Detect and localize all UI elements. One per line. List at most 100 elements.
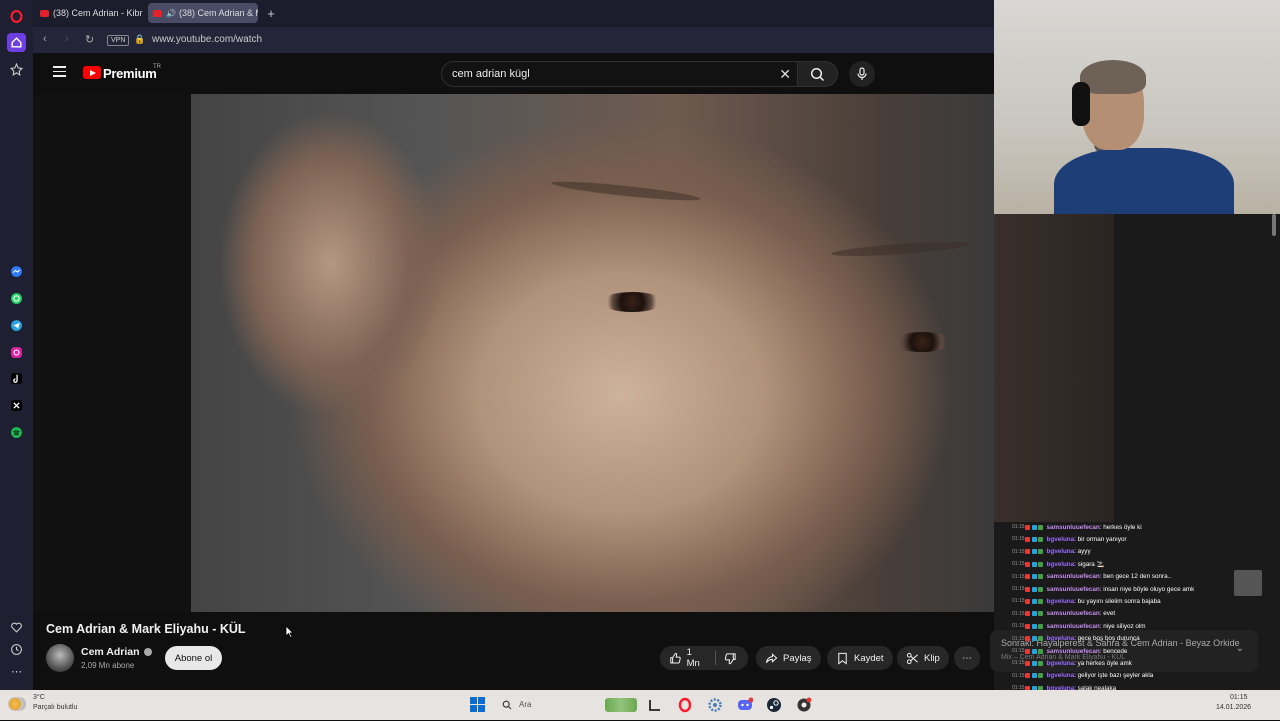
chat-username[interactable]: bgveluna bbox=[1047, 561, 1075, 568]
chat-username[interactable]: bgveluna bbox=[1047, 672, 1075, 679]
chat-username[interactable]: samsunluuefecan bbox=[1047, 623, 1100, 630]
video-frame[interactable] bbox=[191, 94, 994, 612]
mouse-cursor-icon bbox=[285, 625, 294, 638]
headset-icon bbox=[1072, 82, 1090, 126]
chat-username[interactable]: bgveluna bbox=[1047, 548, 1075, 555]
lock-icon[interactable]: 🔒 bbox=[134, 34, 145, 45]
history-icon[interactable] bbox=[7, 640, 26, 659]
menu-icon[interactable] bbox=[53, 66, 66, 77]
forward-arrow-icon[interactable]: › bbox=[65, 33, 69, 45]
video-face-eye bbox=[891, 332, 953, 352]
more-options-icon[interactable]: ⋯ bbox=[7, 662, 26, 681]
youtube-header: Premium TR cem adrian kügl ✕ bbox=[33, 53, 994, 94]
weather-partly-cloudy-icon[interactable] bbox=[8, 697, 26, 711]
voice-search-button[interactable] bbox=[849, 61, 875, 87]
bookmark-icon bbox=[838, 652, 847, 665]
chat-username[interactable]: bgveluna bbox=[1047, 660, 1075, 667]
chat-timestamp: 01:15 bbox=[1012, 648, 1025, 654]
chat-username[interactable]: samsunluuefecan bbox=[1047, 610, 1100, 617]
tab-kul-active[interactable]: 🔊 (38) Cem Adrian & M bbox=[148, 3, 258, 23]
channel-avatar[interactable] bbox=[46, 644, 74, 672]
taskbar-search-placeholder: Ara bbox=[519, 700, 532, 709]
tab-kibritci[interactable]: (38) Cem Adrian - Kibritçi bbox=[35, 3, 143, 23]
chat-badge-icon bbox=[1025, 623, 1030, 629]
chat-timestamp: 01:15 bbox=[1012, 623, 1025, 630]
taskbar-clock-date[interactable]: 14.01.2026 bbox=[1216, 704, 1251, 711]
chat-badge-icon bbox=[1025, 536, 1030, 542]
chat-badge-icon bbox=[1031, 574, 1037, 580]
file-explorer-icon[interactable] bbox=[647, 697, 663, 713]
share-button[interactable]: Paylaş bbox=[756, 646, 821, 670]
chat-badge-icon bbox=[1038, 549, 1043, 555]
chat-username[interactable]: samsunluuefecan bbox=[1047, 586, 1100, 593]
opera-logo-icon[interactable] bbox=[7, 7, 26, 26]
chat-badge-icon bbox=[1031, 673, 1037, 679]
clip-button[interactable]: Klip bbox=[897, 646, 949, 670]
subscribe-button[interactable]: Abone ol bbox=[165, 646, 222, 670]
chat-username[interactable]: samsunluuefecan bbox=[1047, 524, 1100, 531]
chat-timestamp: 01:15 bbox=[1012, 610, 1025, 617]
search-button[interactable] bbox=[798, 61, 838, 87]
chat-timestamp: 01:15 bbox=[1012, 548, 1025, 555]
save-button[interactable]: Kaydet bbox=[827, 646, 893, 670]
chat-username[interactable]: samsunluuefecan bbox=[1047, 648, 1100, 655]
chat-badge-icon bbox=[1031, 549, 1037, 555]
vpn-badge[interactable]: VPN bbox=[107, 35, 130, 46]
x-twitter-icon[interactable] bbox=[7, 396, 26, 415]
like-button[interactable]: 1 Mn bbox=[660, 646, 716, 670]
pinboard-icon[interactable] bbox=[7, 60, 26, 79]
chat-timestamp: 01:15 bbox=[1012, 660, 1025, 667]
chat-message-text: : insan niye böyle oluyo gece amk bbox=[1099, 585, 1195, 593]
scrollbar-thumb[interactable] bbox=[1272, 214, 1276, 236]
chat-username[interactable]: bgveluna bbox=[1047, 598, 1075, 605]
windows-start-icon[interactable] bbox=[470, 697, 485, 712]
taskbar-search[interactable]: Ara bbox=[497, 696, 597, 714]
settings-gear-icon[interactable] bbox=[707, 697, 723, 713]
opera-taskbar-icon[interactable] bbox=[677, 697, 693, 713]
youtube-premium-brand[interactable]: Premium bbox=[103, 66, 157, 81]
dislike-button[interactable] bbox=[716, 646, 748, 670]
video-face-eye bbox=[601, 292, 663, 312]
search-input[interactable]: cem adrian kügl ✕ bbox=[441, 61, 798, 87]
youtube-logo-icon[interactable] bbox=[83, 66, 101, 79]
url-field[interactable]: www.youtube.com/watch bbox=[152, 34, 262, 45]
chat-message: 01:15 bgveluna: ayyy bbox=[1012, 546, 1091, 558]
chat-badge-icon bbox=[1025, 598, 1030, 604]
channel-name[interactable]: Cem Adrian bbox=[81, 646, 152, 658]
weather-description[interactable]: Parçalı bulutlu bbox=[33, 704, 77, 711]
discord-icon[interactable] bbox=[737, 697, 754, 713]
chat-message: 01:15 samsunluuefecan: bencede bbox=[1012, 645, 1127, 657]
like-count: 1 Mn bbox=[686, 647, 700, 669]
reload-icon[interactable]: ↻ bbox=[85, 33, 94, 46]
clear-search-icon[interactable]: ✕ bbox=[779, 66, 791, 83]
chat-message-text: : bir orman yanıyor bbox=[1074, 535, 1127, 543]
back-arrow-icon[interactable]: ‹ bbox=[43, 33, 47, 45]
chat-username[interactable]: samsunluuefecan bbox=[1047, 573, 1100, 580]
app-icon[interactable] bbox=[796, 697, 812, 713]
chat-badge-icon bbox=[1025, 660, 1030, 666]
heart-icon[interactable] bbox=[7, 618, 26, 637]
chat-badge-icon bbox=[1025, 574, 1030, 580]
telegram-icon[interactable] bbox=[7, 316, 26, 335]
whatsapp-icon[interactable] bbox=[7, 289, 26, 308]
chat-username[interactable]: bgveluna bbox=[1047, 635, 1075, 642]
chat-badge-icon bbox=[1025, 586, 1030, 592]
chat-username[interactable]: bgveluna bbox=[1047, 536, 1075, 543]
steam-icon[interactable] bbox=[766, 697, 782, 713]
chat-message: 01:15 bgveluna: sigara 🚬 bbox=[1012, 558, 1104, 570]
spotify-icon[interactable] bbox=[7, 423, 26, 442]
share-icon bbox=[765, 652, 778, 663]
new-tab-button[interactable]: + bbox=[263, 5, 279, 21]
instagram-icon[interactable] bbox=[7, 343, 26, 362]
video-player[interactable] bbox=[33, 94, 994, 612]
weather-temperature[interactable]: 3°C bbox=[33, 694, 45, 701]
verified-icon bbox=[143, 648, 152, 657]
widgets-landscape-icon[interactable] bbox=[605, 698, 637, 712]
tiktok-icon[interactable] bbox=[7, 369, 26, 388]
messenger-icon[interactable] bbox=[7, 262, 26, 281]
chevron-down-icon[interactable]: ⌄ bbox=[1236, 643, 1244, 654]
more-actions-button[interactable]: ⋯ bbox=[954, 646, 980, 670]
thumbs-down-icon bbox=[724, 652, 736, 664]
taskbar-clock-time[interactable]: 01:15 bbox=[1230, 694, 1248, 701]
home-icon[interactable] bbox=[7, 33, 26, 52]
